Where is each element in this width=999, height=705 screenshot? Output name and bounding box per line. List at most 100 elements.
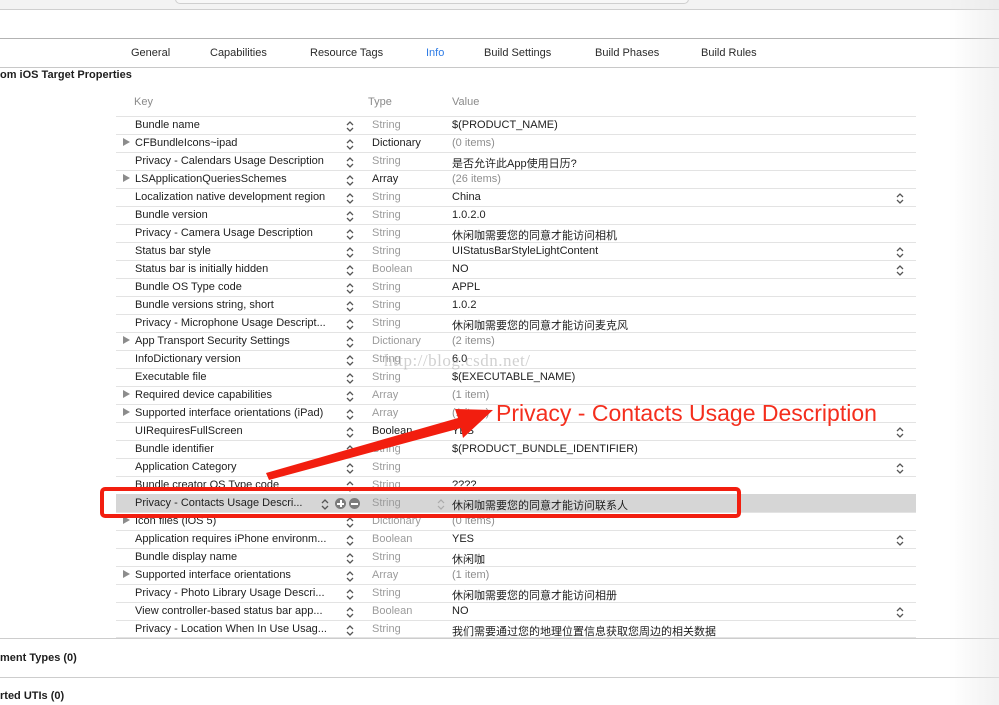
row-type[interactable]: Array	[372, 407, 398, 419]
row-type[interactable]: Array	[372, 173, 398, 185]
row-value[interactable]: (1 item)	[452, 569, 489, 581]
row-value[interactable]: 6.0	[452, 353, 467, 365]
row-type[interactable]: String	[372, 281, 401, 293]
key-stepper-icon[interactable]	[345, 551, 355, 565]
tab-build-phases[interactable]: Build Phases	[595, 47, 659, 59]
row-key[interactable]: Bundle versions string, short	[135, 299, 343, 311]
key-stepper-icon[interactable]	[345, 281, 355, 295]
table-row[interactable]: Bundle identifier String $(PRODUCT_BUNDLE_…	[116, 440, 916, 458]
row-value[interactable]: NO	[452, 263, 469, 275]
row-value[interactable]: 休闲咖需要您的同意才能访问相机	[452, 227, 617, 243]
row-key[interactable]: CFBundleIcons~ipad	[135, 137, 343, 149]
add-row-icon[interactable]	[335, 498, 346, 509]
row-type[interactable]: String	[372, 371, 401, 383]
row-value[interactable]: 休闲咖需要您的同意才能访问麦克风	[452, 317, 628, 333]
key-stepper-icon[interactable]	[345, 317, 355, 331]
row-type[interactable]: String	[372, 443, 401, 455]
row-type[interactable]: Boolean	[372, 605, 412, 617]
row-type[interactable]: String	[372, 353, 401, 365]
row-value[interactable]: (0 items)	[452, 515, 495, 527]
row-key[interactable]: Privacy - Contacts Usage Descri...	[135, 497, 320, 509]
tab-resource-tags[interactable]: Resource Tags	[310, 47, 383, 59]
key-stepper-icon[interactable]	[345, 263, 355, 277]
row-key[interactable]: Required device capabilities	[135, 389, 343, 401]
key-stepper-icon[interactable]	[345, 227, 355, 241]
table-row[interactable]: Bundle name String $(PRODUCT_NAME)	[116, 116, 916, 134]
table-row[interactable]: Privacy - Location When In Use Usag... St…	[116, 620, 916, 638]
row-value[interactable]: 我们需要通过您的地理位置信息获取您周边的相关数据	[452, 623, 716, 639]
disclosure-triangle-icon[interactable]	[123, 138, 130, 146]
row-type[interactable]: String	[372, 299, 401, 311]
table-row[interactable]: View controller-based status bar app... B…	[116, 602, 916, 620]
row-type[interactable]: Array	[372, 389, 398, 401]
table-row[interactable]: Bundle creator OS Type code String????	[116, 476, 916, 494]
row-value[interactable]: 休闲咖需要您的同意才能访问相册	[452, 587, 617, 603]
row-value[interactable]: ????	[452, 479, 476, 491]
table-row[interactable]: Application Category String	[116, 458, 916, 476]
table-row[interactable]: Icon files (iOS 5) Dictionary (0 items)	[116, 512, 916, 530]
table-row[interactable]: Application requires iPhone environm... B…	[116, 530, 916, 548]
row-key[interactable]: Status bar is initially hidden	[135, 263, 343, 275]
row-key[interactable]: Bundle creator OS Type code	[135, 479, 343, 491]
tab-info[interactable]: Info	[426, 47, 444, 59]
row-value[interactable]: $(EXECUTABLE_NAME)	[452, 371, 575, 383]
table-row[interactable]: Bundle versions string, short String 1.0.2	[116, 296, 916, 314]
table-row[interactable]: Privacy - Calendars Usage Description Str…	[116, 152, 916, 170]
disclosure-triangle-icon[interactable]	[123, 408, 130, 416]
table-row[interactable]: InfoDictionary version String 6.0	[116, 350, 916, 368]
row-value[interactable]: (26 items)	[452, 173, 501, 185]
row-value[interactable]: (1 item)	[452, 389, 489, 401]
row-key[interactable]: Privacy - Calendars Usage Description	[135, 155, 343, 167]
table-row[interactable]: Bundle OS Type code String APPL	[116, 278, 916, 296]
row-value[interactable]: China	[452, 191, 481, 203]
row-key[interactable]: UIRequiresFullScreen	[135, 425, 343, 437]
row-type[interactable]: Array	[372, 569, 398, 581]
key-stepper-icon[interactable]	[345, 425, 355, 439]
key-stepper-icon[interactable]	[345, 299, 355, 313]
key-stepper-icon[interactable]	[345, 209, 355, 223]
table-row[interactable]: Executable file String $(EXECUTABLE_NAME)	[116, 368, 916, 386]
row-value[interactable]: (2 items)	[452, 335, 495, 347]
key-stepper-icon[interactable]	[345, 533, 355, 547]
table-row[interactable]: CFBundleIcons~ipad Dictionary (0 items)	[116, 134, 916, 152]
row-key[interactable]: App Transport Security Settings	[135, 335, 343, 347]
row-key[interactable]: Privacy - Camera Usage Description	[135, 227, 343, 239]
row-key[interactable]: LSApplicationQueriesSchemes	[135, 173, 343, 185]
disclosure-triangle-icon[interactable]	[123, 390, 130, 398]
row-value[interactable]: $(PRODUCT_BUNDLE_IDENTIFIER)	[452, 443, 638, 455]
row-type[interactable]: String	[372, 317, 401, 329]
key-stepper-icon[interactable]	[345, 587, 355, 601]
row-key[interactable]: Bundle name	[135, 119, 343, 131]
row-type[interactable]: Boolean	[372, 533, 412, 545]
key-stepper-icon[interactable]	[345, 335, 355, 349]
row-key[interactable]: Privacy - Photo Library Usage Descri...	[135, 587, 343, 599]
value-stepper-icon[interactable]	[895, 263, 905, 277]
row-key[interactable]: Bundle OS Type code	[135, 281, 343, 293]
value-stepper-icon[interactable]	[895, 245, 905, 259]
row-type[interactable]: Dictionary	[372, 137, 421, 149]
row-type[interactable]: String	[372, 209, 401, 221]
row-type[interactable]: Boolean	[372, 425, 412, 437]
table-row[interactable]: Status bar is initially hidden Boolean NO	[116, 260, 916, 278]
type-stepper-icon[interactable]	[436, 497, 446, 511]
row-key[interactable]: Status bar style	[135, 245, 343, 257]
row-key[interactable]: Supported interface orientations	[135, 569, 343, 581]
row-key[interactable]: Privacy - Microphone Usage Descript...	[135, 317, 343, 329]
remove-row-icon[interactable]	[349, 498, 360, 509]
key-stepper-icon[interactable]	[345, 623, 355, 637]
row-value[interactable]: YES	[452, 533, 474, 545]
key-stepper-icon[interactable]	[345, 407, 355, 421]
section-title-target-properties[interactable]: om iOS Target Properties	[0, 69, 132, 81]
row-type[interactable]: String	[372, 119, 401, 131]
value-stepper-icon[interactable]	[895, 461, 905, 475]
table-row[interactable]: LSApplicationQueriesSchemes Array (26 item…	[116, 170, 916, 188]
row-type[interactable]: String	[372, 497, 401, 509]
key-stepper-icon[interactable]	[345, 605, 355, 619]
column-header-value[interactable]: Value	[452, 96, 479, 108]
table-row[interactable]: Supported interface orientations Array (1 …	[116, 566, 916, 584]
key-stepper-icon[interactable]	[345, 569, 355, 583]
row-type[interactable]: Dictionary	[372, 515, 421, 527]
key-stepper-icon[interactable]	[345, 389, 355, 403]
row-value[interactable]: 1.0.2.0	[452, 209, 486, 221]
row-type[interactable]: String	[372, 587, 401, 599]
